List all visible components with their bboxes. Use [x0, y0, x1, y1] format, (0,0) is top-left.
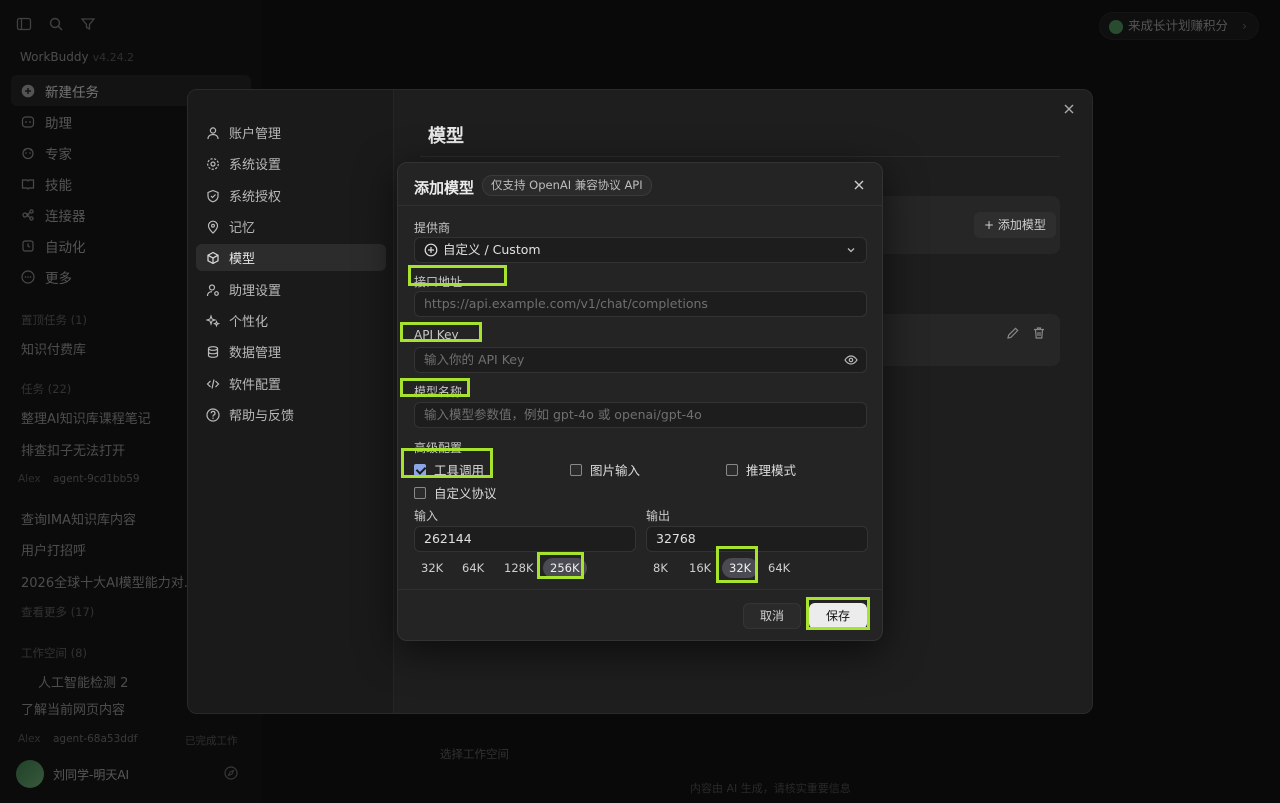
cancel-button[interactable]: 取消 — [743, 603, 801, 629]
endpoint-label: 接口地址 — [414, 275, 463, 289]
plus-circle-icon — [424, 243, 438, 257]
settings-nav-memory[interactable]: 记忆 — [196, 213, 386, 240]
shield-icon — [206, 189, 220, 203]
api-key-label: API Key — [414, 328, 459, 342]
advanced-label: 高级配置 — [414, 441, 463, 455]
divider — [420, 156, 1060, 157]
tool-call-checkbox[interactable]: 工具调用 — [414, 460, 484, 479]
trash-icon[interactable] — [1032, 326, 1046, 340]
settings-title: 模型 — [428, 126, 464, 147]
output-tokens-field[interactable]: 32768 — [646, 526, 868, 552]
database-icon — [206, 345, 220, 359]
settings-nav-model[interactable]: 模型 — [196, 244, 386, 271]
input-chip-128k[interactable]: 128K — [497, 558, 541, 578]
input-tokens-label: 输入 — [414, 509, 439, 523]
output-chip-16k[interactable]: 16K — [682, 558, 718, 578]
pin-icon — [206, 220, 220, 234]
code-icon — [206, 377, 220, 391]
sparkle-icon — [206, 313, 220, 328]
endpoint-input[interactable]: https://api.example.com/v1/chat/completi… — [414, 291, 867, 317]
model-name-label: 模型名称 — [414, 385, 463, 399]
output-chip-8k[interactable]: 8K — [646, 558, 675, 578]
settings-nav-help[interactable]: 帮助与反馈 — [196, 401, 386, 428]
checkbox-icon — [414, 486, 426, 499]
chevron-down-icon — [845, 244, 857, 256]
user-gear-icon — [206, 283, 220, 297]
add-model-button[interactable]: + 添加模型 — [974, 212, 1056, 238]
dialog-title: 添加模型 — [414, 179, 475, 197]
checkbox-icon — [726, 463, 738, 476]
checkbox-checked-icon — [414, 463, 426, 476]
input-chip-64k[interactable]: 64K — [455, 558, 491, 578]
eye-icon[interactable] — [844, 353, 858, 367]
add-model-dialog: 添加模型 仅支持 OpenAI 兼容协议 API 提供商 自定义 / Custo… — [397, 162, 883, 641]
api-key-input[interactable]: 输入你的 API Key — [414, 347, 867, 373]
settings-nav-auth[interactable]: 系统授权 — [196, 182, 386, 209]
close-icon[interactable] — [852, 178, 866, 192]
settings-nav-account[interactable]: 账户管理 — [196, 119, 386, 146]
reasoning-checkbox[interactable]: 推理模式 — [726, 460, 796, 479]
edit-icon[interactable] — [1006, 326, 1020, 340]
gear-icon — [206, 157, 220, 171]
provider-value: 自定义 / Custom — [443, 242, 541, 257]
output-chip-64k[interactable]: 64K — [761, 558, 797, 578]
settings-nav-software[interactable]: 软件配置 — [196, 370, 386, 397]
settings-nav-personalize[interactable]: 个性化 — [196, 307, 386, 334]
settings-nav-assistant[interactable]: 助理设置 — [196, 276, 386, 303]
divider — [398, 205, 882, 206]
help-icon — [206, 407, 220, 422]
provider-label: 提供商 — [414, 221, 451, 235]
input-chip-256k[interactable]: 256K — [543, 558, 587, 578]
image-input-checkbox[interactable]: 图片输入 — [570, 460, 640, 479]
input-tokens-field[interactable]: 262144 — [414, 526, 636, 552]
user-icon — [206, 126, 220, 140]
settings-nav: 账户管理 系统设置 系统授权 记忆 模型 助理设置 个性化 数据管理 软件配置 … — [188, 90, 394, 713]
custom-protocol-checkbox[interactable]: 自定义协议 — [414, 483, 497, 502]
save-button[interactable]: 保存 — [809, 603, 867, 629]
provider-select[interactable]: 自定义 / Custom — [414, 237, 867, 263]
checkbox-icon — [570, 463, 582, 476]
close-icon[interactable] — [1062, 102, 1078, 118]
output-tokens-label: 输出 — [646, 509, 671, 523]
protocol-badge: 仅支持 OpenAI 兼容协议 API — [482, 175, 652, 196]
model-name-input[interactable]: 输入模型参数值，例如 gpt-4o 或 openai/gpt-4o — [414, 402, 867, 428]
input-chip-32k[interactable]: 32K — [414, 558, 450, 578]
output-chip-32k[interactable]: 32K — [722, 558, 759, 578]
api-key-placeholder: 输入你的 API Key — [424, 352, 525, 367]
settings-nav-system[interactable]: 系统设置 — [196, 150, 386, 177]
cube-icon — [206, 251, 220, 265]
settings-nav-data[interactable]: 数据管理 — [196, 338, 386, 365]
divider — [398, 589, 882, 590]
